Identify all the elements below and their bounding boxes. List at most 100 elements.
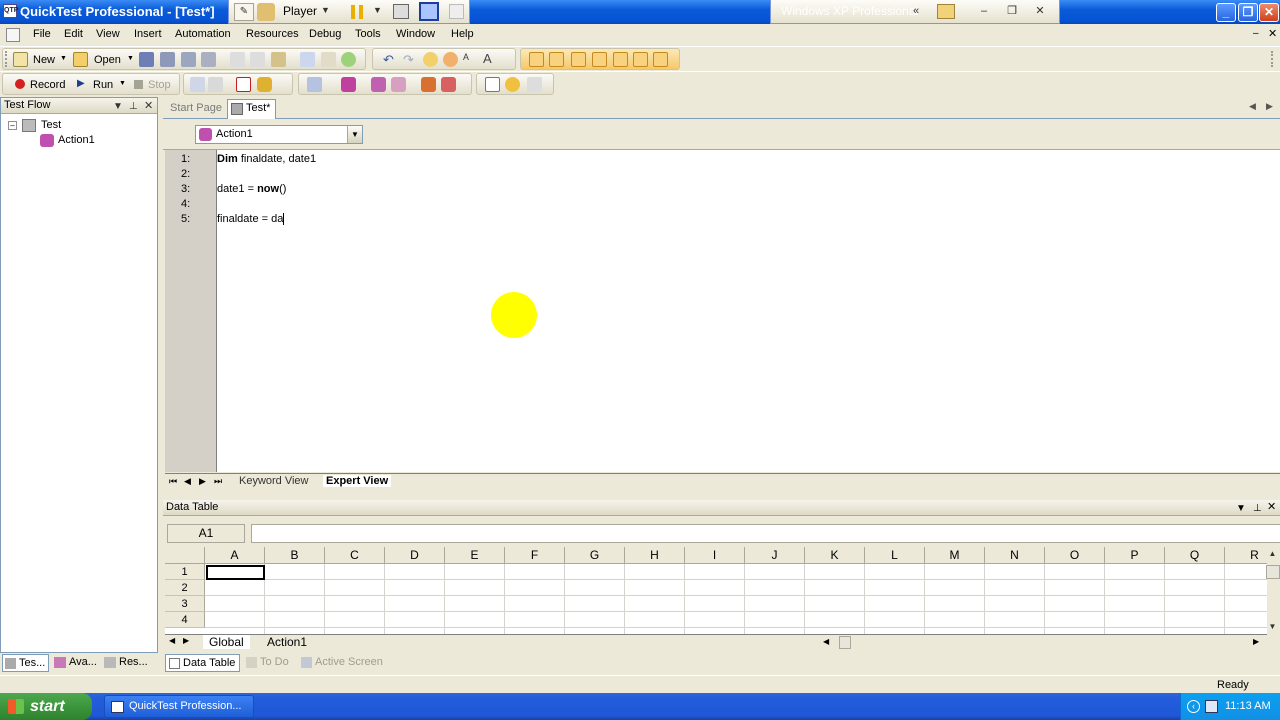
toolbar-grip-right[interactable] [1271, 51, 1274, 67]
horizontal-scroll-thumb[interactable] [839, 636, 851, 649]
open-dropdown-icon[interactable]: ▼ [127, 55, 134, 62]
column-header-j[interactable]: J [745, 547, 805, 564]
column-header-a[interactable]: A [205, 547, 265, 564]
insert-action-icon[interactable] [341, 77, 356, 92]
menu-automation[interactable]: Automation [175, 28, 231, 40]
print-icon[interactable] [201, 52, 216, 67]
copy-icon[interactable] [250, 52, 265, 67]
results-icon[interactable] [505, 77, 520, 92]
send-ctrl-alt-del-icon[interactable] [393, 4, 409, 19]
insert-checkpoint-icon[interactable] [236, 77, 251, 92]
edit-object-icon[interactable] [300, 52, 315, 67]
tab-start-page[interactable]: Start Page [165, 100, 227, 118]
tab-active-screen[interactable]: Active Screen [298, 654, 386, 672]
pane-close-icon[interactable]: ✕ [144, 99, 153, 114]
code-line-3[interactable]: date1 = now() [217, 183, 286, 195]
sheet-tab-action1[interactable]: Action1 [261, 635, 313, 649]
next-tab-icon[interactable]: ▶ [199, 476, 206, 487]
column-header-l[interactable]: L [865, 547, 925, 564]
double-chevron-left-icon[interactable]: « [907, 4, 925, 19]
sheet-tab-global[interactable]: Global [203, 635, 250, 649]
stop-button[interactable]: Stop [148, 79, 171, 91]
new-icon[interactable] [13, 52, 28, 67]
new-dropdown-icon[interactable]: ▼ [60, 55, 67, 62]
column-header-c[interactable]: C [325, 547, 385, 564]
network-icon[interactable] [1205, 700, 1218, 713]
action-select[interactable]: Action1 ▼ [195, 125, 363, 144]
sheet-prev-icon[interactable]: ◀ [169, 636, 175, 645]
tab-test[interactable]: Test* [227, 99, 277, 119]
document-icon[interactable] [6, 28, 20, 42]
sheet-next-icon[interactable]: ▶ [183, 636, 189, 645]
pause-dropdown-icon[interactable]: ▼ [373, 5, 382, 15]
code-line-1[interactable]: Dim finaldate, date1 [217, 153, 316, 165]
save-all-icon[interactable] [160, 52, 175, 67]
tab-scroll-left-icon[interactable]: ◀ [1249, 101, 1256, 112]
tab-keyword-view[interactable]: Keyword View [239, 475, 309, 487]
step-over-icon[interactable] [441, 77, 456, 92]
information-icon[interactable] [633, 52, 648, 67]
scroll-down-icon[interactable]: ▼ [1266, 621, 1279, 634]
new-action-icon[interactable] [371, 77, 386, 92]
run-button[interactable]: Run [93, 79, 113, 91]
toolbar-grip[interactable] [5, 51, 8, 67]
quality-center-icon[interactable] [527, 77, 542, 92]
data-grid[interactable]: ABCDEFGHIJKLMNOPQR 1234 [165, 547, 1267, 634]
debug-viewer-icon[interactable] [613, 52, 628, 67]
fullscreen-icon[interactable] [419, 2, 439, 21]
vm-close-icon[interactable]: ✕ [1031, 4, 1049, 19]
column-header-d[interactable]: D [385, 547, 445, 564]
redo-icon[interactable]: ↷ [403, 52, 414, 68]
mdi-close-icon[interactable]: ✕ [1268, 27, 1277, 40]
call-action-icon[interactable] [391, 77, 406, 92]
column-header-n[interactable]: N [985, 547, 1045, 564]
stop-icon[interactable] [134, 80, 143, 89]
column-header-e[interactable]: E [445, 547, 505, 564]
pin-icon[interactable]: ⊥ [129, 99, 138, 114]
mdi-minimize-icon[interactable]: – [1253, 28, 1259, 39]
menu-view[interactable]: View [96, 28, 120, 40]
new-button[interactable]: New [33, 54, 55, 66]
scroll-up-icon[interactable]: ▲ [1266, 548, 1279, 561]
pane-menu-icon[interactable]: ▼ [113, 99, 123, 114]
tab-resources[interactable]: Res... [102, 654, 152, 672]
run-dropdown-icon[interactable]: ▼ [119, 80, 126, 87]
menu-window[interactable]: Window [396, 28, 435, 40]
save-icon[interactable] [139, 52, 154, 67]
row-header-2[interactable]: 2 [165, 580, 205, 596]
pin-icon[interactable]: ✎ [234, 3, 254, 21]
column-header-g[interactable]: G [565, 547, 625, 564]
tab-test-flow[interactable]: Tes... [2, 654, 49, 672]
close-button[interactable]: ✕ [1259, 3, 1279, 22]
vertical-scroll-thumb[interactable] [1266, 565, 1280, 579]
clock[interactable]: 11:13 AM [1225, 693, 1271, 720]
data-table-icon[interactable] [592, 52, 607, 67]
prev-tab-icon[interactable]: ◀ [184, 476, 191, 487]
pin-icon[interactable]: ⊥ [1253, 501, 1262, 516]
row-header-3[interactable]: 3 [165, 596, 205, 612]
menu-resources[interactable]: Resources [246, 28, 299, 40]
step-generator-icon[interactable] [571, 52, 586, 67]
column-header-o[interactable]: O [1045, 547, 1105, 564]
object-repository-icon[interactable] [321, 52, 336, 67]
column-header-r[interactable]: R [1225, 547, 1267, 564]
player-menu[interactable]: Player [283, 4, 317, 18]
low-level-recording-icon[interactable] [208, 77, 223, 92]
column-header-q[interactable]: Q [1165, 547, 1225, 564]
tab-to-do[interactable]: To Do [243, 654, 295, 672]
grid-corner[interactable] [165, 547, 205, 564]
expert-view-editor[interactable]: 1: 2: 3: 4: 5: Dim finaldate, date1 date… [165, 150, 1280, 472]
pane-close-icon[interactable]: ✕ [1267, 500, 1276, 515]
replace-icon[interactable]: ᴬ [463, 51, 469, 66]
library-icon[interactable] [937, 4, 955, 19]
column-header-i[interactable]: I [685, 547, 745, 564]
menu-insert[interactable]: Insert [134, 28, 162, 40]
cut-icon[interactable] [230, 52, 245, 67]
insert-step-icon[interactable] [307, 77, 322, 92]
open-button[interactable]: Open [94, 54, 121, 66]
tab-scroll-right-icon[interactable]: ▶ [1266, 101, 1273, 112]
last-tab-icon[interactable]: ⏭ [214, 476, 222, 487]
step-into-icon[interactable] [421, 77, 436, 92]
menu-file[interactable]: File [33, 28, 51, 40]
first-tab-icon[interactable]: ⏮ [169, 476, 177, 487]
